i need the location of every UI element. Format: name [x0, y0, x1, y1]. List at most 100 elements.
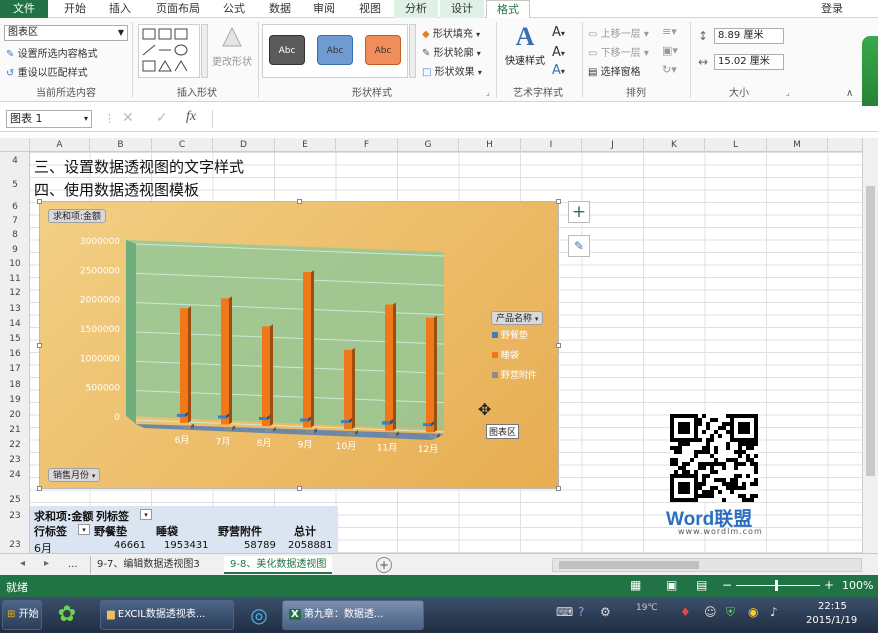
column-header[interactable]: C: [152, 138, 213, 152]
legend-entry[interactable]: 野营附件: [492, 368, 537, 388]
bar[interactable]: [218, 415, 226, 419]
bar[interactable]: [388, 433, 396, 437]
legend-entry[interactable]: 睡袋: [492, 348, 537, 368]
tab-format[interactable]: 格式: [486, 0, 530, 18]
shape-style-preset-3[interactable]: Abc: [365, 35, 401, 65]
pivot-cell[interactable]: 1953431: [164, 540, 209, 551]
help-icon[interactable]: ?: [578, 605, 584, 619]
shape-style-preset-1[interactable]: Abc: [269, 35, 305, 65]
pivot-value-field[interactable]: 求和项:金额: [34, 508, 93, 524]
enter-icon[interactable]: ✓: [156, 110, 168, 126]
row-header[interactable]: 15: [0, 334, 30, 344]
dialog-launcher-icon[interactable]: ⌟: [486, 88, 490, 97]
zoom-slider-thumb[interactable]: [775, 580, 778, 591]
bar[interactable]: [300, 418, 308, 422]
shape-outline-button[interactable]: ✎ 形状轮廓 ▾: [422, 44, 481, 59]
pivot-cell[interactable]: 46661: [114, 540, 146, 551]
resize-handle[interactable]: [556, 199, 561, 204]
shape-style-preset-2[interactable]: Abc: [317, 35, 353, 65]
pivot-column-labels[interactable]: 列标签: [96, 508, 129, 524]
shape-width-input[interactable]: 15.02 厘米: [714, 54, 784, 70]
pivot-chart[interactable]: 3000000 2500000 2000000 1500000 1000000 50000…: [37, 199, 561, 491]
row-header[interactable]: 5: [0, 180, 30, 190]
sheet-tab[interactable]: 9-7、编辑数据透视图3: [90, 556, 206, 574]
resize-handle[interactable]: [37, 343, 42, 348]
bar[interactable]: [262, 326, 270, 426]
select-all-corner[interactable]: [0, 138, 30, 152]
tab-formulas[interactable]: 公式: [214, 0, 254, 18]
pivot-row-labels[interactable]: 行标签: [34, 523, 67, 539]
format-selection-button[interactable]: ✎ 设置所选内容格式: [6, 45, 98, 60]
scroll-left-icon[interactable]: ◂: [20, 558, 25, 569]
resize-handle[interactable]: [556, 486, 561, 491]
pivot-column-header[interactable]: 睡袋: [156, 523, 178, 539]
taskbar-item-excel[interactable]: X 第九章：数据透...: [282, 600, 424, 630]
column-header[interactable]: A: [30, 138, 90, 152]
vertical-scroll-thumb[interactable]: [866, 186, 875, 476]
selection-pane-button[interactable]: ▤ 选择窗格: [588, 63, 641, 78]
cell-heading-row4[interactable]: 三、设置数据透视图的文字样式: [34, 156, 244, 177]
quick-launch-icon[interactable]: ✿: [52, 601, 82, 629]
tab-insert[interactable]: 插入: [100, 0, 140, 18]
chart-styles-brush-icon[interactable]: ✎: [568, 235, 590, 257]
reset-to-match-style-button[interactable]: ↺ 重设以匹配样式: [6, 64, 88, 79]
column-header[interactable]: G: [398, 138, 459, 152]
bar[interactable]: [344, 349, 352, 430]
bar[interactable]: [183, 425, 191, 429]
row-header[interactable]: 11: [0, 274, 30, 284]
bring-forward-button[interactable]: ▭ 上移一层 ▾: [588, 25, 649, 40]
zoom-level[interactable]: 100%: [842, 579, 873, 592]
filter-dropdown-icon[interactable]: ▾: [78, 524, 90, 535]
pivot-cell[interactable]: 2058881: [288, 540, 333, 551]
text-effects-icon[interactable]: A▾: [552, 63, 565, 78]
clock-time[interactable]: 22:15: [818, 601, 847, 612]
shape-height-input[interactable]: 8.89 厘米: [714, 28, 784, 44]
column-header[interactable]: E: [275, 138, 336, 152]
bar[interactable]: [423, 423, 431, 427]
row-header[interactable]: 4: [0, 156, 30, 166]
dialog-launcher-icon[interactable]: ⌟: [786, 88, 790, 97]
tab-file[interactable]: 文件: [0, 0, 48, 18]
row-header[interactable]: 7: [0, 216, 30, 226]
resize-handle[interactable]: [297, 199, 302, 204]
clock-date[interactable]: 2015/1/19: [806, 615, 857, 626]
insert-function-button[interactable]: fx: [186, 109, 196, 125]
bar[interactable]: [224, 427, 232, 431]
row-header[interactable]: 23: [0, 455, 30, 465]
taskbar-item-folder[interactable]: ▆ EXCIL数据透视表...: [100, 600, 234, 630]
row-header[interactable]: 22: [0, 440, 30, 450]
column-header[interactable]: D: [213, 138, 275, 152]
column-header[interactable]: J: [582, 138, 644, 152]
text-outline-icon[interactable]: A▾: [552, 45, 565, 60]
tab-view[interactable]: 视图: [350, 0, 390, 18]
resize-handle[interactable]: [556, 343, 561, 348]
text-fill-icon[interactable]: A▾: [552, 25, 565, 40]
bar[interactable]: [265, 429, 273, 432]
bar[interactable]: [259, 417, 267, 420]
tab-design[interactable]: 设计: [440, 0, 484, 18]
cancel-icon[interactable]: ✕: [122, 110, 134, 126]
sheet-tab-more[interactable]: ...: [62, 556, 84, 574]
bar[interactable]: [221, 298, 229, 425]
row-header[interactable]: 17: [0, 364, 30, 374]
zoom-slider[interactable]: [736, 585, 820, 586]
row-header[interactable]: 16: [0, 349, 30, 359]
shape-gallery[interactable]: [138, 24, 200, 78]
filter-dropdown-icon[interactable]: ▾: [140, 509, 152, 520]
tray-icon[interactable]: ⚙: [600, 605, 611, 619]
align-icon[interactable]: ≡▾: [662, 25, 677, 38]
column-header[interactable]: B: [90, 138, 152, 152]
row-header[interactable]: 23: [0, 540, 30, 550]
value-field-button[interactable]: 求和项:金额: [48, 209, 107, 223]
row-header[interactable]: 19: [0, 395, 30, 405]
cell-heading-row5[interactable]: 四、使用数据透视图模板: [34, 179, 199, 200]
shape-style-gallery[interactable]: Abc Abc Abc: [262, 24, 408, 78]
row-header[interactable]: 24: [0, 470, 30, 480]
bar[interactable]: [429, 435, 437, 439]
pivot-cell[interactable]: 58789: [244, 540, 276, 551]
pivot-column-header[interactable]: 总计: [294, 523, 316, 539]
bar[interactable]: [306, 430, 314, 434]
shape-style-scroll[interactable]: [409, 24, 416, 78]
tab-data[interactable]: 数据: [260, 0, 300, 18]
row-header[interactable]: 14: [0, 319, 30, 329]
